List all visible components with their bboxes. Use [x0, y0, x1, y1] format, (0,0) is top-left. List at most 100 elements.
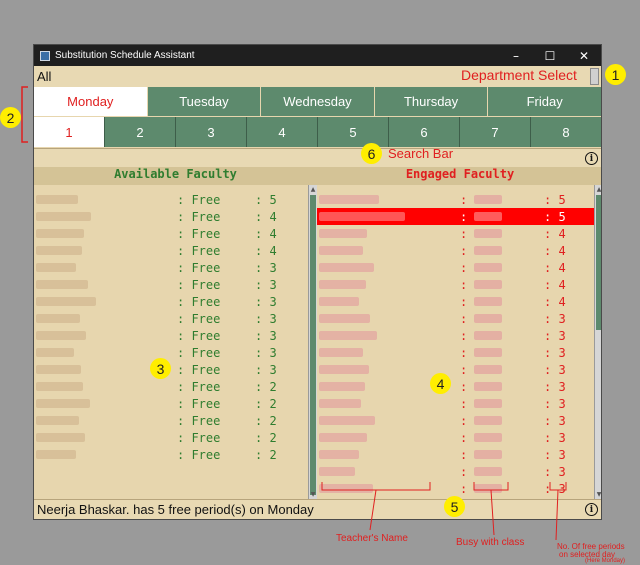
scroll-thumb[interactable]: [596, 195, 601, 330]
list-item[interactable]: : Free: 2: [34, 446, 317, 463]
busy-class: [474, 382, 502, 391]
table-row[interactable]: :: 3: [317, 412, 601, 429]
free-period-count: : 4: [544, 226, 566, 241]
window-title: Substitution Schedule Assistant: [55, 50, 195, 61]
dropdown-arrow-icon[interactable]: [590, 68, 599, 85]
teacher-name: [36, 348, 74, 357]
list-item[interactable]: : Free: 2: [34, 378, 317, 395]
table-row[interactable]: :: 5: [317, 191, 601, 208]
teacher-name: [36, 399, 90, 408]
free-status: : Free: [177, 311, 221, 326]
scroll-down-arrow-icon[interactable]: ▼: [595, 491, 601, 499]
tab-period-1[interactable]: 1: [34, 117, 104, 147]
busy-separator: :: [460, 243, 468, 258]
list-item[interactable]: : Free: 2: [34, 412, 317, 429]
table-row[interactable]: :: 4: [317, 293, 601, 310]
list-item[interactable]: : Free: 3: [34, 276, 317, 293]
tab-day-monday[interactable]: Monday: [34, 87, 147, 116]
badge-5: 5: [444, 496, 465, 517]
free-period-count: : 3: [255, 345, 277, 360]
table-row[interactable]: :: 3: [317, 446, 601, 463]
list-item[interactable]: : Free: 2: [34, 429, 317, 446]
table-row[interactable]: :: 3: [317, 327, 601, 344]
engaged-scrollbar[interactable]: ▲ ▼: [594, 185, 601, 500]
free-period-count: : 3: [544, 328, 566, 343]
busy-separator: :: [460, 464, 468, 479]
list-item[interactable]: : Free: 3: [34, 327, 317, 344]
scroll-up-arrow-icon[interactable]: ▲: [309, 186, 317, 194]
tab-day-friday[interactable]: Friday: [487, 87, 601, 116]
table-row[interactable]: :: 3: [317, 429, 601, 446]
teacher-name: [36, 450, 76, 459]
maximize-button[interactable]: ☐: [533, 49, 567, 63]
tab-period-2[interactable]: 2: [104, 117, 175, 147]
search-bar[interactable]: i: [34, 148, 601, 169]
list-item[interactable]: : Free: 3: [34, 310, 317, 327]
free-period-count: : 2: [255, 396, 277, 411]
available-scrollbar[interactable]: ▲ ▼: [308, 185, 317, 500]
tab-period-8[interactable]: 8: [530, 117, 601, 147]
busy-separator: :: [460, 396, 468, 411]
teacher-name: [319, 433, 367, 442]
table-row[interactable]: :: 3: [317, 480, 601, 497]
free-status: : Free: [177, 328, 221, 343]
list-item[interactable]: : Free: 3: [34, 259, 317, 276]
tab-period-6[interactable]: 6: [388, 117, 459, 147]
close-button[interactable]: ✕: [567, 49, 601, 63]
search-bar-annotation: Search Bar: [388, 146, 454, 161]
list-item[interactable]: : Free: 3: [34, 361, 317, 378]
table-row[interactable]: :: 3: [317, 310, 601, 327]
tab-day-thursday[interactable]: Thursday: [373, 87, 488, 116]
minimize-button[interactable]: –: [499, 49, 533, 63]
table-row[interactable]: :: 3: [317, 361, 601, 378]
app-window: Substitution Schedule Assistant – ☐ ✕ Al…: [33, 44, 602, 520]
list-item[interactable]: : Free: 4: [34, 208, 317, 225]
status-info-icon[interactable]: i: [585, 503, 598, 516]
department-value: All: [37, 69, 52, 84]
teacher-name: [36, 229, 84, 238]
scroll-up-arrow-icon[interactable]: ▲: [595, 186, 601, 194]
busy-separator: :: [460, 413, 468, 428]
free-status: : Free: [177, 294, 221, 309]
free-status: : Free: [177, 260, 221, 275]
table-row[interactable]: : : 4: [317, 242, 601, 259]
list-item[interactable]: : Free: 3: [34, 344, 317, 361]
engaged-faculty-pane: Engaged Faculty :: 5:: 5:: 4:: 4:: 4:: 4…: [317, 167, 601, 500]
list-item[interactable]: : Free: 4: [34, 242, 317, 259]
busy-separator: :: [460, 379, 468, 394]
tab-period-3[interactable]: 3: [175, 117, 246, 147]
table-row[interactable]: :: 5: [317, 208, 601, 225]
tab-day-wednesday[interactable]: Wednesday: [260, 87, 374, 116]
table-row[interactable]: :: 3: [317, 378, 601, 395]
list-item[interactable]: : Free: 4: [34, 225, 317, 242]
available-faculty-list: : Free: 5: Free: 4: Free: 4: Free: 4: Fr…: [34, 191, 317, 463]
table-row[interactable]: :: 4: [317, 276, 601, 293]
free-period-count: : 2: [255, 379, 277, 394]
table-row[interactable]: :: 4: [317, 225, 601, 242]
table-row[interactable]: :: 3: [317, 344, 601, 361]
list-item[interactable]: : Free: 5: [34, 191, 317, 208]
free-period-count: : 3: [544, 345, 566, 360]
list-item[interactable]: : Free: 2: [34, 395, 317, 412]
tab-day-tuesday[interactable]: Tuesday: [146, 87, 261, 116]
scroll-thumb[interactable]: [310, 195, 316, 495]
scroll-down-arrow-icon[interactable]: ▼: [309, 491, 317, 499]
tab-period-4[interactable]: 4: [246, 117, 317, 147]
free-period-count: : 2: [255, 413, 277, 428]
table-row[interactable]: :: 4: [317, 259, 601, 276]
free-period-count: : 4: [544, 243, 566, 258]
table-row[interactable]: :: 3: [317, 463, 601, 480]
table-row[interactable]: : : 3: [317, 395, 601, 412]
tab-period-7[interactable]: 7: [459, 117, 530, 147]
list-item[interactable]: : Free: 3: [34, 293, 317, 310]
free-period-count: : 3: [544, 396, 566, 411]
busy-class: [474, 433, 502, 442]
free-status: : Free: [177, 226, 221, 241]
available-faculty-header: Available Faculty: [34, 167, 317, 185]
teacher-name: [36, 433, 85, 442]
badge-4: 4: [430, 373, 451, 394]
status-bar: Neerja Bhaskar. has 5 free period(s) on …: [34, 499, 601, 519]
tab-period-5[interactable]: 5: [317, 117, 388, 147]
search-info-icon[interactable]: i: [585, 152, 598, 165]
teacher-name: [319, 484, 373, 493]
